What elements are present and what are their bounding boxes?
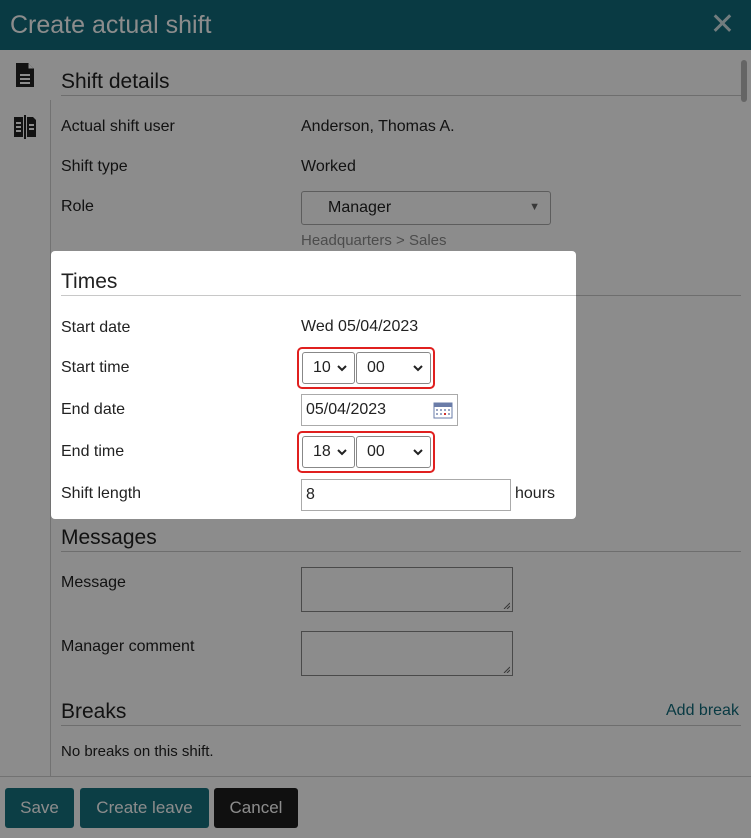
- calendar-icon[interactable]: [433, 401, 453, 419]
- start-date-label: Start date: [61, 319, 131, 336]
- start-hour-select[interactable]: 10: [302, 352, 355, 384]
- start-hour-value: 10: [313, 359, 331, 376]
- end-date-label: End date: [61, 401, 126, 418]
- end-minute-select[interactable]: 00: [356, 436, 431, 468]
- end-date-input[interactable]: 05/04/2023: [301, 394, 458, 426]
- shift-length-input[interactable]: 8: [301, 479, 511, 511]
- times-heading: Times: [61, 270, 118, 293]
- end-hour-value: 18: [313, 443, 331, 460]
- shift-length-label: Shift length: [61, 485, 142, 502]
- chevron-down-icon: [413, 449, 423, 456]
- chevron-down-icon: [413, 365, 423, 372]
- times-section: Times Start date Wed 05/04/2023 Start ti…: [51, 251, 576, 519]
- end-minute-value: 00: [367, 443, 385, 460]
- shift-length-value: 8: [306, 486, 315, 503]
- start-minute-select[interactable]: 00: [356, 352, 431, 384]
- end-time-label: End time: [61, 443, 125, 460]
- chevron-down-icon: [337, 365, 347, 372]
- chevron-down-icon: [337, 449, 347, 456]
- end-date-value: 05/04/2023: [306, 401, 387, 418]
- shift-length-unit: hours: [515, 485, 556, 502]
- end-hour-select[interactable]: 18: [302, 436, 355, 468]
- start-time-label: Start time: [61, 359, 130, 376]
- divider: [61, 295, 576, 296]
- start-date-value: Wed 05/04/2023: [301, 318, 419, 335]
- start-minute-value: 00: [367, 359, 385, 376]
